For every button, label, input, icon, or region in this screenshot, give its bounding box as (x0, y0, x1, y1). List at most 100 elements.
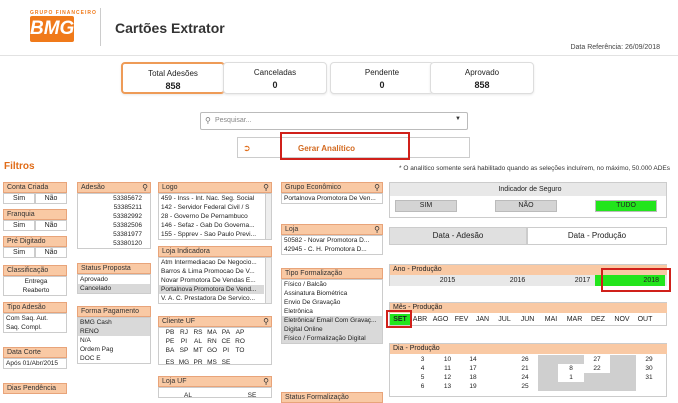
list-item[interactable]: Com Saq. Aut. (4, 314, 66, 323)
list-item[interactable]: Eletrônica/ Email Com Gravaç... (282, 316, 382, 325)
list-item[interactable]: Cancelado (78, 284, 150, 293)
mes-option[interactable]: MAI (539, 314, 563, 325)
kpi-total-adesoes[interactable]: Total Adesões 858 (121, 62, 225, 94)
pre-digitado-sim[interactable]: Sim (3, 247, 35, 258)
franquia-sim[interactable]: Sim (3, 220, 35, 231)
search-icon[interactable]: ⚲ (374, 183, 380, 192)
list-item[interactable]: 53385211 (78, 203, 142, 212)
uf-option[interactable]: TO (233, 346, 247, 355)
dia-option[interactable]: 27 (584, 355, 610, 364)
list-item[interactable]: 50582 - Novar Promotora D... (282, 236, 382, 245)
mes-option[interactable]: MAR (563, 314, 586, 325)
ano-option[interactable]: 2015 (420, 275, 475, 286)
list-item[interactable]: RENO (78, 327, 150, 336)
mes-option[interactable]: DEZ (586, 314, 610, 325)
search-icon[interactable]: ⚲ (263, 317, 269, 326)
list-item[interactable]: Aprovado (78, 275, 150, 284)
mes-option[interactable]: ABR (410, 314, 430, 325)
tab-data-adesao[interactable]: Data - Adesão (389, 227, 527, 245)
scrollbar[interactable] (265, 194, 271, 239)
uf-option[interactable]: BA (163, 346, 177, 355)
list-item[interactable]: Novar Promotora De Vendas E... (159, 276, 264, 285)
uf-option[interactable]: MG (177, 358, 191, 364)
uf-option[interactable]: MA (205, 328, 219, 337)
pre-digitado-nao[interactable]: Não (35, 247, 67, 258)
search-icon[interactable]: ⚲ (263, 183, 269, 192)
list-item[interactable]: Digital Online (282, 325, 382, 334)
list-item[interactable]: 53381977 (78, 230, 142, 239)
seguro-sim-button[interactable]: SIM (395, 200, 457, 212)
uf-option[interactable]: CE (219, 337, 233, 346)
list-item[interactable]: Físico / Balcão (282, 280, 382, 289)
dia-option[interactable]: 8 (558, 364, 584, 373)
list-item[interactable]: Reaberto (4, 286, 66, 295)
uf-option[interactable]: PE (163, 337, 177, 346)
uf-option[interactable]: PI (177, 337, 191, 346)
list-item[interactable]: N/A (78, 336, 150, 345)
dia-option[interactable]: 6 (410, 382, 435, 391)
uf-option[interactable]: PB (163, 328, 177, 337)
list-item[interactable]: 53382992 (78, 212, 142, 221)
dia-option[interactable]: 4 (410, 364, 435, 373)
mes-option[interactable]: OUT (634, 314, 656, 325)
uf-option[interactable]: PA (219, 328, 233, 337)
list-item[interactable]: DOC E (78, 354, 150, 363)
uf-option[interactable]: RO (233, 337, 247, 346)
dia-option[interactable]: 12 (435, 373, 460, 382)
dia-option[interactable]: 18 (460, 373, 486, 382)
dia-option[interactable]: 24 (512, 373, 538, 382)
uf-option[interactable]: AL (191, 337, 205, 346)
uf-option[interactable]: SE (219, 358, 233, 364)
uf-option[interactable]: MS (205, 358, 219, 364)
dia-option[interactable]: 29 (636, 355, 662, 364)
uf-option[interactable]: RJ (177, 328, 191, 337)
list-item[interactable]: 155 - Spprev - Sao Paulo Previ... (159, 230, 264, 239)
list-item[interactable]: Portalnova Promotora De Vend... (159, 285, 264, 294)
list-item[interactable]: BMG Cash (78, 318, 150, 327)
kpi-canceladas[interactable]: Canceladas 0 (223, 62, 327, 94)
dia-option[interactable]: 5 (410, 373, 435, 382)
mes-option[interactable]: NOV (610, 314, 634, 325)
dia-option[interactable]: 31 (636, 373, 662, 382)
uf-option[interactable]: PR (191, 358, 205, 364)
list-item[interactable]: Após 01/Abr/2015 (4, 359, 66, 368)
dia-option[interactable]: 13 (435, 382, 460, 391)
uf-option[interactable]: ES (163, 358, 177, 364)
dia-option[interactable]: 30 (636, 364, 662, 373)
list-item[interactable]: Físico / Formalização Digital (282, 334, 382, 343)
list-item[interactable]: 146 - Sefaz - Gab Do Governa... (159, 221, 264, 230)
mes-option[interactable]: JAN (472, 314, 493, 325)
scrollbar[interactable] (265, 258, 271, 303)
dia-option[interactable]: 22 (584, 364, 610, 373)
uf-option[interactable]: SE (245, 391, 259, 397)
uf-option[interactable]: AP (233, 328, 247, 337)
conta-criada-sim[interactable]: Sim (3, 193, 35, 204)
franquia-nao[interactable]: Não (35, 220, 67, 231)
list-item[interactable]: 53385672 (78, 194, 142, 203)
uf-option[interactable]: PI (219, 346, 233, 355)
uf-option[interactable]: RN (205, 337, 219, 346)
mes-option[interactable]: FEV (451, 314, 472, 325)
conta-criada-nao[interactable]: Não (35, 193, 67, 204)
uf-option[interactable]: RS (191, 328, 205, 337)
search-icon[interactable]: ⚲ (374, 225, 380, 234)
uf-option[interactable] (233, 355, 247, 364)
kpi-aprovado[interactable]: Aprovado 858 (430, 62, 534, 94)
dia-option[interactable]: 10 (435, 355, 460, 364)
search-select[interactable]: ⚲ Pesquisar... ▼ (200, 112, 468, 130)
dia-option[interactable]: 21 (512, 364, 538, 373)
list-item[interactable]: Portalnova Promotora De Ven... (282, 194, 382, 203)
search-icon[interactable]: ⚲ (263, 377, 269, 386)
dia-option[interactable]: 1 (558, 373, 584, 382)
uf-option[interactable]: AL (181, 391, 195, 397)
list-item[interactable]: 28 - Governo De Pernambuco (159, 212, 264, 221)
dia-option[interactable]: 3 (410, 355, 435, 364)
list-item[interactable]: Entrega (4, 277, 66, 286)
dia-option[interactable]: 25 (512, 382, 538, 391)
list-item[interactable]: Assinatura Biométrica (282, 289, 382, 298)
uf-option[interactable]: MT (191, 346, 205, 355)
list-item[interactable]: Ordem Pag (78, 345, 150, 354)
list-item[interactable]: 142 - Servidor Federal Civil / S (159, 203, 264, 212)
kpi-pendente[interactable]: Pendente 0 (330, 62, 434, 94)
mes-option[interactable]: JUN (516, 314, 539, 325)
